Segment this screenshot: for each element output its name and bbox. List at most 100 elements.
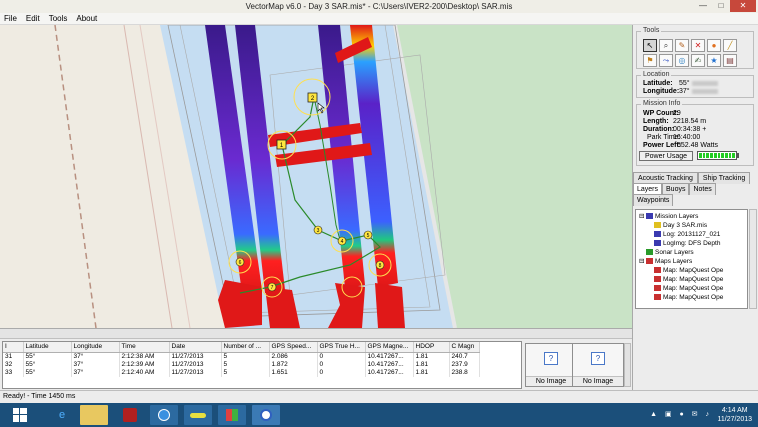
length-value: 2218.54 m [673,118,707,125]
duration-label: Duration: [643,126,675,133]
wp-count-label: WP Count: [643,110,679,117]
menu-about[interactable]: About [76,14,97,23]
layer-item[interactable]: ⊟ Maps Layers [639,258,692,266]
table-cell: 10.417267... [365,361,414,369]
waypoint-marker[interactable]: 6 [235,257,245,267]
layer-item[interactable]: Map: MapQuest Ope [647,276,723,284]
location-title: Location [641,71,672,78]
vectormap-app-icon[interactable] [252,405,280,425]
column-header[interactable]: Number of ... [221,342,270,353]
waypoint-icon[interactable]: ⚑ [643,54,657,67]
menu-file[interactable]: File [4,14,17,23]
target-icon[interactable]: ◎ [675,54,689,67]
start-button[interactable] [6,405,34,425]
save-icon[interactable]: ▤ [723,54,737,67]
column-header[interactable]: C Magn [449,342,480,353]
layer-item[interactable]: ⊟ Mission Layers [639,213,698,221]
waypoint-label: 7 [271,285,274,291]
column-header[interactable]: GPS True H... [317,342,366,353]
layers-vertical-scrollbar[interactable] [749,209,757,309]
waypoint-marker[interactable]: 8 [375,260,385,270]
image-scrollbar[interactable] [624,343,631,387]
layer-item[interactable]: LogImg: DFS Depth [647,240,720,248]
waypoint-marker[interactable]: 1 [276,139,287,150]
layer-item[interactable]: Log: 20131127_021 [647,231,720,239]
maximize-button[interactable]: □ [712,0,730,12]
map-drawing[interactable]: 2 1 3 4 5 6 7 8 [0,25,632,328]
waypoint-marker[interactable]: 5 [363,230,373,240]
edit-icon[interactable]: ✍ [691,54,705,67]
tab-waypoints[interactable]: Waypoints [633,194,674,206]
waypoint-marker[interactable]: 7 [267,282,277,292]
table-row[interactable]: 31 55° 37° 2:12:38 AM 11/27/2013 5 2.086 0 10.41… [3,352,480,361]
waypoint-marker[interactable]: 4 [337,236,347,246]
column-header[interactable]: HDOP [413,342,450,353]
table-cell: 55° [23,369,72,377]
image-caption-2: No Image [573,376,623,386]
table-cell: 11/27/2013 [169,369,222,377]
layer-item[interactable]: Map: MapQuest Ope [647,285,723,293]
column-header[interactable]: GPS Magne... [365,342,414,353]
power-usage-button[interactable]: Power Usage [639,151,693,161]
image-panel-1[interactable]: ? No Image [525,343,577,387]
menu-tools[interactable]: Tools [49,14,68,23]
redacted-mark [691,88,718,94]
column-header[interactable]: Latitude [23,342,72,353]
stop-icon[interactable]: ● [707,39,721,52]
column-header[interactable]: I [3,342,24,353]
table-row[interactable]: 33 55° 37° 2:12:40 AM 11/27/2013 5 1.651 0 10.41… [3,369,480,377]
column-header[interactable]: Time [119,342,170,353]
no-image-icon: ? [591,352,605,365]
power-app-icon[interactable] [116,405,144,425]
waypoint-marker[interactable]: 3 [313,225,323,235]
globe-app-icon[interactable] [150,405,178,425]
layer-flag-icon [654,240,661,246]
layer-item[interactable]: Map: MapQuest Ope [647,294,723,302]
duration-value: 00:34:38 + [673,126,707,133]
expand-toggle-icon[interactable]: ⊟ [639,213,646,221]
map-canvas[interactable]: 2 1 3 4 5 6 7 8 [0,25,632,328]
latitude-row: Latitude: 55° [643,80,718,87]
mission-info-title: Mission Info [641,100,683,107]
table-cell: 37° [71,352,120,361]
minimize-button[interactable]: — [694,0,712,12]
splitter-handle[interactable] [0,329,632,339]
vehicle-app-icon[interactable] [184,405,212,425]
menu-edit[interactable]: Edit [26,14,40,23]
delete-icon[interactable]: ✕ [691,39,705,52]
file-explorer-icon[interactable] [80,405,108,425]
layer-flag-icon [654,276,661,282]
column-header[interactable]: GPS Speed... [269,342,318,353]
layer-item[interactable]: Day 3 SAR.mis [647,222,707,230]
window-controls: — □ ✕ [694,0,756,12]
table-row[interactable]: 32 55° 37° 2:12:39 AM 11/27/2013 5 1.872 0 10.41… [3,361,480,369]
layer-item[interactable]: Sonar Layers [639,249,694,257]
log-data-grid[interactable]: I Latitude Longitude Time Date Number of ... G… [2,341,522,389]
column-header[interactable]: Longitude [71,342,120,353]
route-icon[interactable]: ⤳ [659,54,673,67]
cursor-icon[interactable]: ↖ [643,39,657,52]
ruler-icon[interactable]: ╱ [723,39,737,52]
windows-app-icon[interactable] [218,405,246,425]
system-tray-icons[interactable]: ▲ ▣ ● ✉ ♪ [650,410,712,418]
marker-icon[interactable]: ★ [707,54,721,67]
column-header[interactable]: Date [169,342,222,353]
battery-tip [737,153,739,158]
table-cell: 33 [3,369,24,377]
table-cell: 10.417267... [365,369,414,377]
pencil-icon[interactable]: ✎ [675,39,689,52]
waypoint-marker[interactable]: 2 [307,92,318,103]
zoom-icon[interactable]: ⌕ [659,39,673,52]
layer-item[interactable]: Map: MapQuest Ope [647,267,723,275]
table-cell: 55° [23,361,72,369]
table-cell: 31 [3,352,24,361]
log-table: I Latitude Longitude Time Date Number of ... G… [3,342,480,377]
park-time-label: Park Time: [647,134,681,141]
layers-tree[interactable]: ⊟ Mission Layers Day 3 SAR.mis Log: 2013112… [635,209,748,309]
expand-toggle-icon[interactable]: ⊟ [639,258,646,266]
clock[interactable]: 4:14 AM 11/27/2013 [717,406,752,424]
internet-explorer-icon[interactable]: e [48,405,76,425]
image-panel-2[interactable]: ? No Image [572,343,624,387]
close-button[interactable]: ✕ [730,0,756,12]
layer-label: LogImg: DFS Depth [663,240,721,247]
